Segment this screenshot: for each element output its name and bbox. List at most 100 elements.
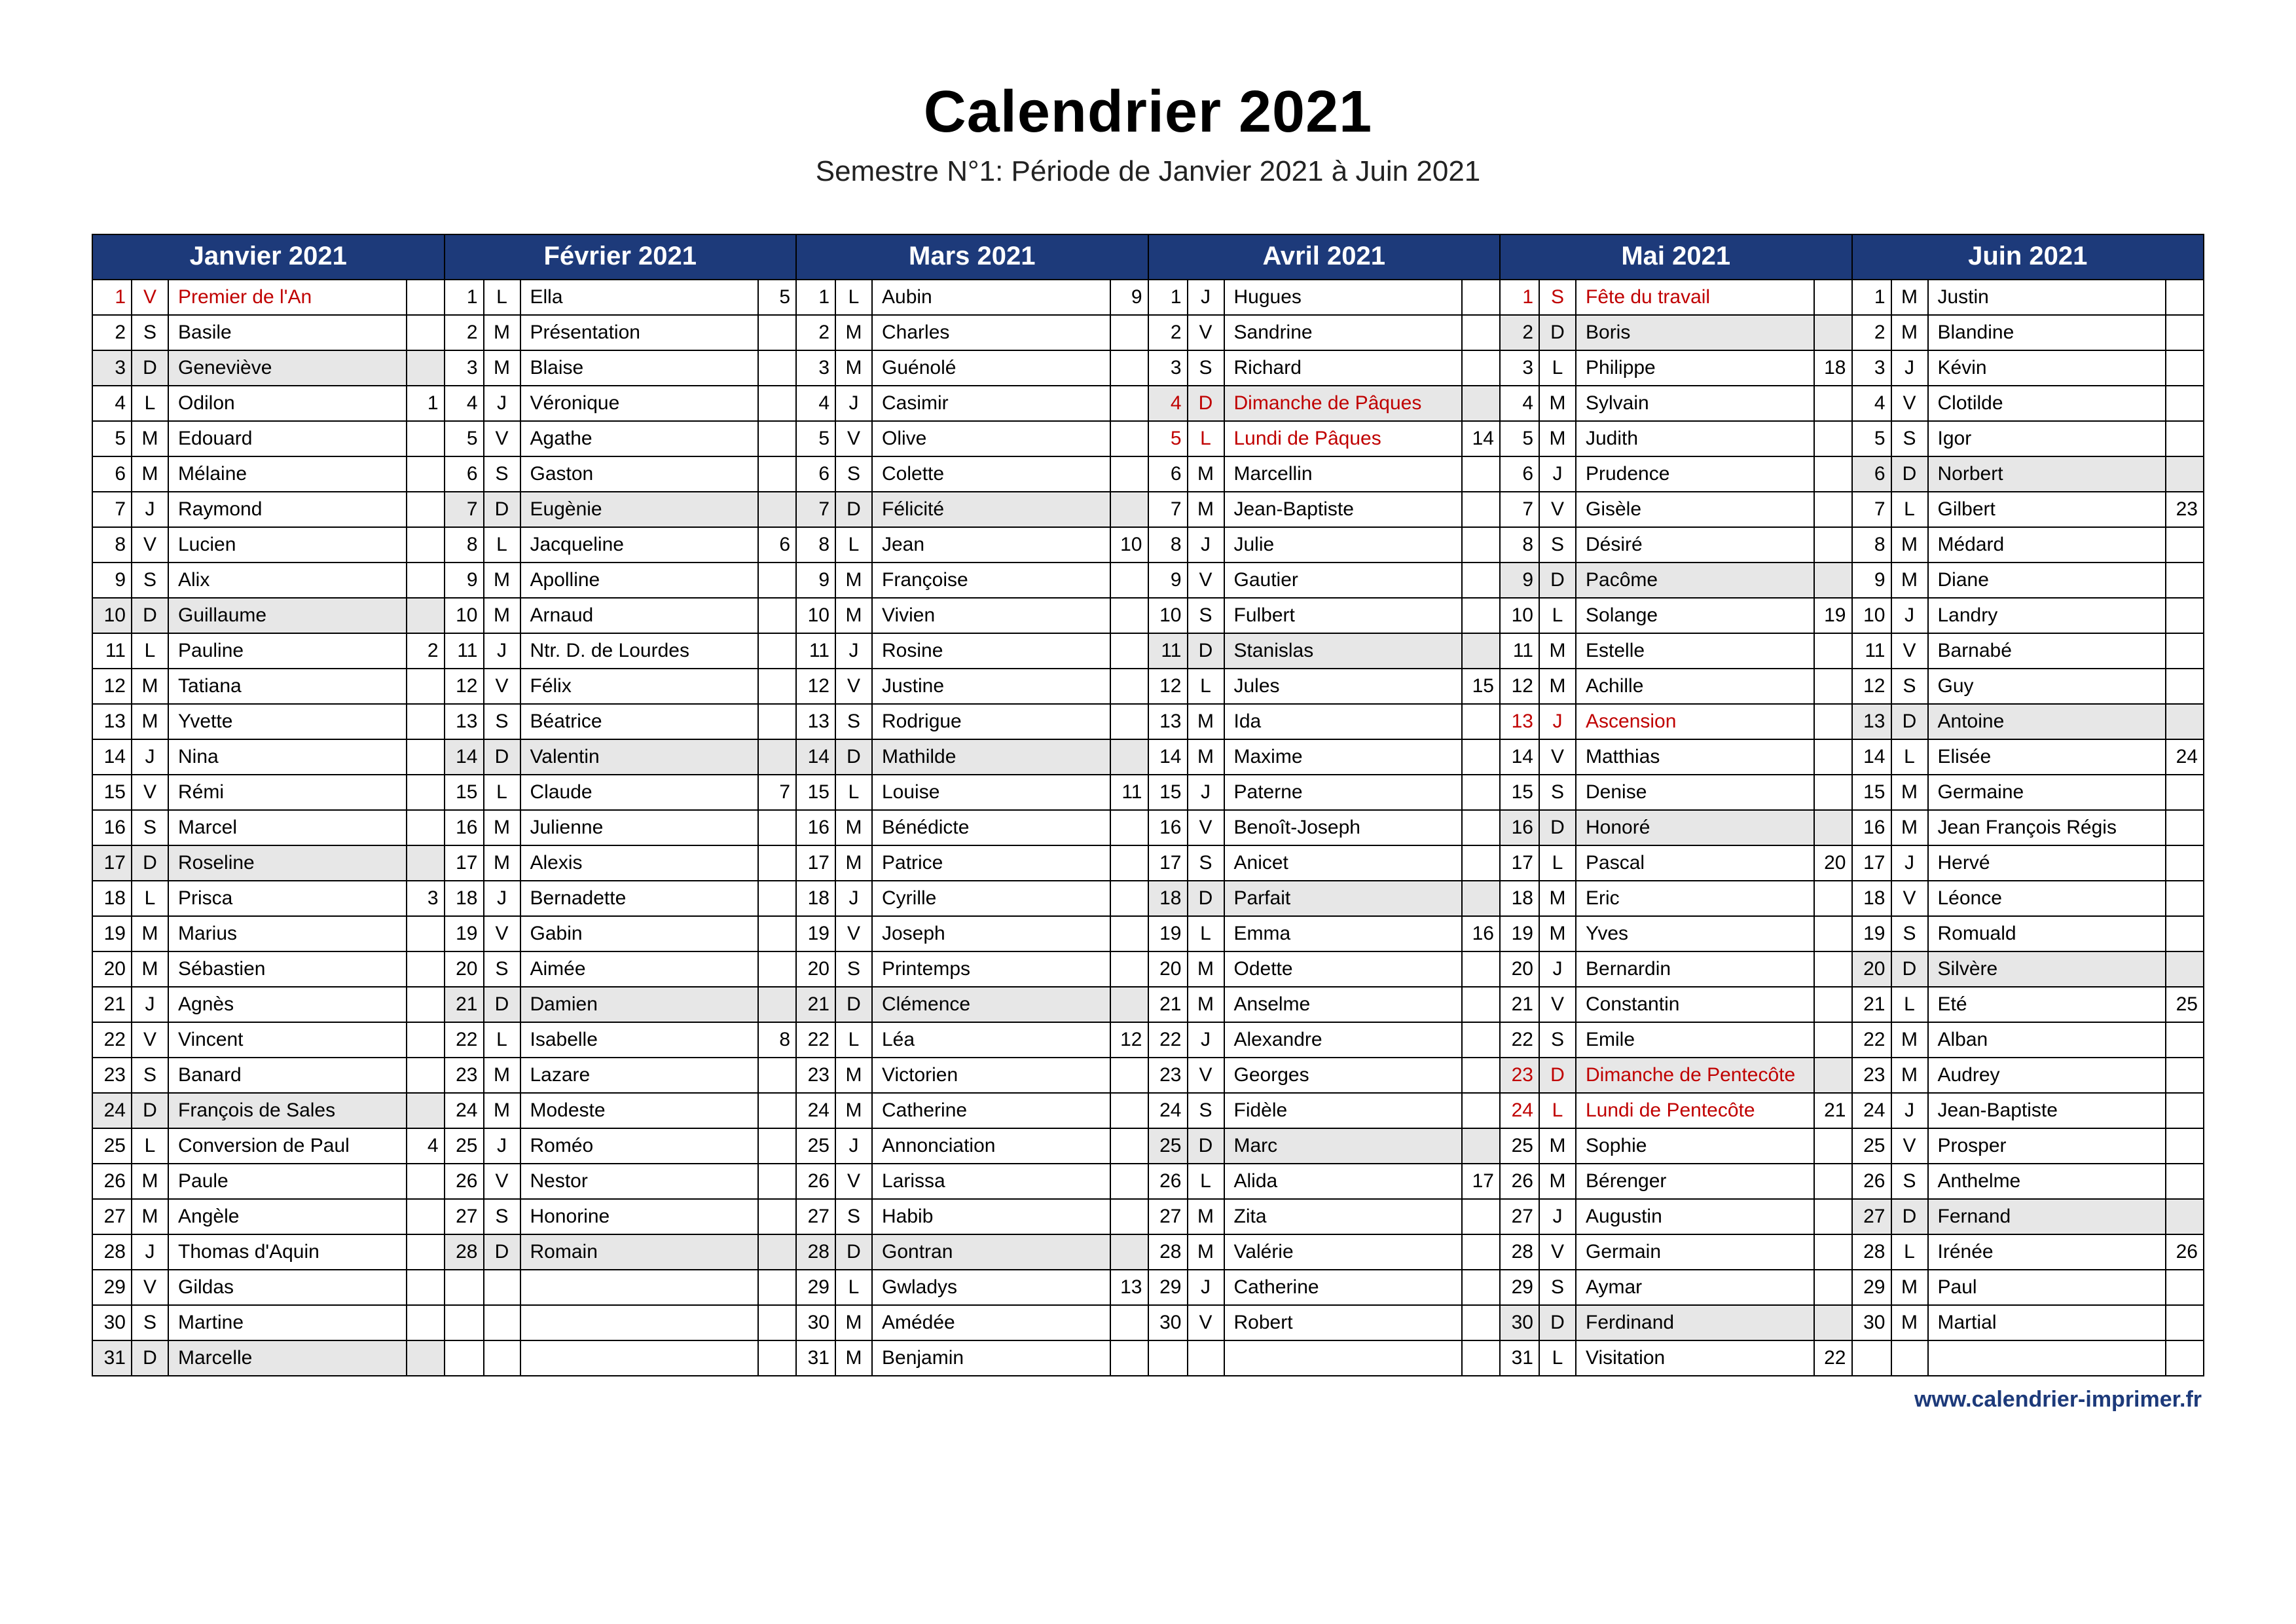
day-number: 12 xyxy=(1853,669,1892,703)
week-number xyxy=(407,705,444,739)
day-number: 23 xyxy=(1149,1058,1188,1092)
week-number xyxy=(1815,422,1851,456)
day-number: 10 xyxy=(93,599,132,633)
saint-name: Léonce xyxy=(1929,881,2167,915)
day-row: 6SGaston xyxy=(445,457,797,492)
week-number xyxy=(407,599,444,633)
day-of-week: M xyxy=(484,811,521,845)
day-number: 25 xyxy=(445,1129,484,1163)
saint-name: Odilon xyxy=(169,386,407,420)
day-row: 19VJoseph xyxy=(797,917,1149,952)
week-number xyxy=(407,669,444,703)
day-number: 24 xyxy=(1853,1094,1892,1128)
day-number: 18 xyxy=(93,881,132,915)
saint-name: Judith xyxy=(1576,422,1815,456)
day-of-week: M xyxy=(484,563,521,597)
day-row: 14MMaxime xyxy=(1149,740,1501,775)
week-number xyxy=(759,881,795,915)
day-row: 4DDimanche de Pâques xyxy=(1149,386,1501,422)
day-of-week: J xyxy=(1892,351,1929,385)
saint-name: Mélaine xyxy=(169,457,407,491)
day-row: 13MIda xyxy=(1149,705,1501,740)
saint-name: Béatrice xyxy=(521,705,759,739)
day-number: 3 xyxy=(445,351,484,385)
day-of-week: M xyxy=(1540,422,1576,456)
week-number xyxy=(1463,1235,1499,1269)
saint-name: Zita xyxy=(1225,1200,1463,1234)
day-number: 31 xyxy=(1501,1341,1540,1375)
day-of-week: M xyxy=(1188,1235,1225,1269)
week-number xyxy=(1463,1200,1499,1234)
saint-name xyxy=(1929,1341,2167,1375)
day-row: 2VSandrine xyxy=(1149,316,1501,351)
day-number: 20 xyxy=(1149,952,1188,986)
day-number: 3 xyxy=(797,351,836,385)
day-number xyxy=(445,1270,484,1304)
day-row: 30MAmédée xyxy=(797,1306,1149,1341)
saint-name: Clotilde xyxy=(1929,386,2167,420)
month-header: Mai 2021 xyxy=(1501,235,1853,280)
saint-name: Gilbert xyxy=(1929,492,2167,526)
week-number xyxy=(759,1200,795,1234)
week-number xyxy=(759,634,795,668)
day-number: 8 xyxy=(1149,528,1188,562)
week-number xyxy=(1111,492,1148,526)
day-of-week: S xyxy=(132,316,169,350)
saint-name: Gwladys xyxy=(873,1270,1111,1304)
day-of-week: S xyxy=(836,952,873,986)
day-row: 19LEmma16 xyxy=(1149,917,1501,952)
day-number: 11 xyxy=(93,634,132,668)
week-number xyxy=(1111,952,1148,986)
day-number: 14 xyxy=(445,740,484,774)
day-of-week: L xyxy=(836,1270,873,1304)
saint-name: Blaise xyxy=(521,351,759,385)
day-row: 21VConstantin xyxy=(1501,987,1853,1023)
day-number: 10 xyxy=(1501,599,1540,633)
week-number xyxy=(759,740,795,774)
saint-name: Robert xyxy=(1225,1306,1463,1340)
day-of-week: D xyxy=(1892,1200,1929,1234)
day-of-week: L xyxy=(484,1023,521,1057)
day-number: 5 xyxy=(93,422,132,456)
day-of-week: S xyxy=(132,563,169,597)
day-number: 26 xyxy=(1149,1164,1188,1198)
day-number: 7 xyxy=(445,492,484,526)
week-number: 6 xyxy=(759,528,795,562)
week-number xyxy=(1815,811,1851,845)
day-of-week: D xyxy=(1540,316,1576,350)
day-row: 16MBénédicte xyxy=(797,811,1149,846)
week-number xyxy=(407,280,444,314)
day-row: 29SAymar xyxy=(1501,1270,1853,1306)
day-number: 30 xyxy=(1149,1306,1188,1340)
day-row: 18MEric xyxy=(1501,881,1853,917)
day-row: 23MAudrey xyxy=(1853,1058,2205,1094)
saint-name: Louise xyxy=(873,775,1111,809)
day-of-week: M xyxy=(1540,917,1576,951)
day-number xyxy=(445,1341,484,1375)
week-number xyxy=(2166,280,2203,314)
saint-name: Bérenger xyxy=(1576,1164,1815,1198)
day-number: 28 xyxy=(1149,1235,1188,1269)
day-of-week: L xyxy=(132,386,169,420)
saint-name: Printemps xyxy=(873,952,1111,986)
day-of-week: S xyxy=(1540,528,1576,562)
day-of-week: M xyxy=(836,846,873,880)
day-of-week: J xyxy=(1188,1023,1225,1057)
week-number xyxy=(1463,987,1499,1022)
day-of-week: L xyxy=(1188,669,1225,703)
saint-name: Conversion de Paul xyxy=(169,1129,407,1163)
week-number xyxy=(1815,528,1851,562)
saint-name: Alexandre xyxy=(1225,1023,1463,1057)
day-row: 29LGwladys13 xyxy=(797,1270,1149,1306)
day-number: 3 xyxy=(1853,351,1892,385)
day-number: 16 xyxy=(1149,811,1188,845)
week-number xyxy=(1463,457,1499,491)
day-number: 27 xyxy=(1501,1200,1540,1234)
saint-name: Valérie xyxy=(1225,1235,1463,1269)
saint-name: Jean-Baptiste xyxy=(1929,1094,2167,1128)
saint-name: Jean François Régis xyxy=(1929,811,2167,845)
day-row: 20DSilvère xyxy=(1853,952,2205,987)
week-number: 4 xyxy=(407,1129,444,1163)
day-of-week: V xyxy=(1540,740,1576,774)
day-of-week: V xyxy=(1540,987,1576,1022)
